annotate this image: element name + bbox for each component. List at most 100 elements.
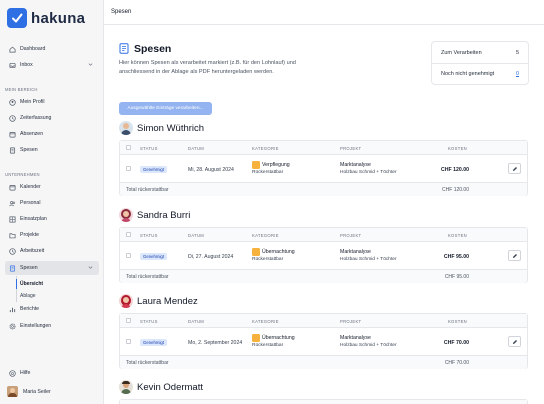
sidebar-item-projects[interactable]: Projekte bbox=[5, 228, 99, 242]
expense-table bbox=[119, 399, 528, 404]
sidebar-item-personnel[interactable]: Personal bbox=[5, 196, 99, 210]
home-icon bbox=[8, 45, 16, 53]
select-all-checkbox[interactable] bbox=[126, 145, 131, 150]
calendar-icon bbox=[8, 183, 16, 191]
row-checkbox[interactable] bbox=[126, 339, 131, 344]
person-name: Kevin Odermatt bbox=[137, 381, 203, 393]
expense-amount: CHF 70.00 bbox=[443, 340, 469, 346]
total-amount: CHF 70.00 bbox=[444, 360, 469, 366]
category-sub: Rückerstattbar bbox=[252, 257, 284, 262]
category-name: Übernachtung bbox=[262, 335, 295, 341]
column-header-category: KATEGORIE bbox=[252, 146, 279, 151]
calendar-icon bbox=[8, 130, 16, 138]
select-all-checkbox[interactable] bbox=[126, 232, 131, 237]
user-menu[interactable]: Maria Seiler bbox=[7, 386, 51, 397]
sidebar-item-expenses[interactable]: Spesen bbox=[5, 261, 99, 275]
category-sub: Rückerstattbar bbox=[252, 170, 284, 175]
app-logo[interactable]: hakuna bbox=[7, 8, 85, 28]
sidebar-item-settings[interactable]: Einstellungen bbox=[5, 319, 99, 333]
row-checkbox[interactable] bbox=[126, 166, 131, 171]
column-header-project: PROJEKT bbox=[340, 146, 362, 151]
table-footer: Total rückerstattbar CHF 95.00 bbox=[120, 270, 527, 283]
sidebar-item-calendar[interactable]: Kalender bbox=[5, 180, 99, 194]
person-name: Laura Mendez bbox=[137, 295, 198, 307]
sidebar-item-time-tracking[interactable]: Zeiterfassung bbox=[5, 111, 99, 125]
edit-button[interactable] bbox=[508, 250, 521, 261]
table-header: STATUS DATUM KATEGORIE PROJEKT KOSTEN bbox=[120, 228, 527, 242]
category-name: Übernachtung bbox=[262, 249, 295, 255]
category-name: Verpflegung bbox=[262, 162, 290, 168]
stat-value: 5 bbox=[515, 50, 519, 56]
status-badge: Genehmigt bbox=[140, 253, 168, 260]
clock-icon bbox=[8, 247, 16, 255]
sidebar-item-label: Kalender bbox=[20, 184, 41, 190]
expense-date: Mo, 2. September 2024 bbox=[188, 340, 243, 346]
total-amount: CHF 120.00 bbox=[442, 187, 469, 193]
table-header: STATUS DATUM KATEGORIE PROJEKT KOSTEN bbox=[120, 141, 527, 155]
avatar bbox=[119, 380, 133, 394]
column-header-date: DATUM bbox=[188, 319, 205, 324]
sidebar-subitem-overview[interactable]: Übersicht bbox=[20, 281, 43, 287]
total-amount: CHF 95.00 bbox=[444, 274, 469, 280]
sidebar-item-label: Mein Profil bbox=[20, 99, 45, 105]
avatar bbox=[7, 386, 18, 397]
user-name: Maria Seiler bbox=[23, 388, 51, 395]
sidebar-item-inbox[interactable]: Inbox bbox=[5, 58, 99, 72]
table-row[interactable]: Genehmigt Mi, 28. August 2024 Verpflegun… bbox=[120, 155, 527, 183]
edit-button[interactable] bbox=[508, 336, 521, 347]
sidebar-item-label: Einstellungen bbox=[20, 323, 52, 329]
sidebar-item-reports[interactable]: Berichte bbox=[5, 302, 99, 316]
folder-icon bbox=[8, 231, 16, 239]
project-client: Holzbau Schmid + Töchter bbox=[340, 257, 397, 262]
sidebar-item-help[interactable]: Hilfe bbox=[5, 366, 99, 380]
project-name: Marktanalyse bbox=[340, 249, 371, 255]
app-name: hakuna bbox=[31, 9, 86, 27]
topbar: Spesen bbox=[104, 0, 544, 25]
status-badge: Genehmigt bbox=[140, 166, 168, 173]
sidebar-item-profile[interactable]: Mein Profil bbox=[5, 95, 99, 109]
page-description: Hier können Spesen als verarbeitet marki… bbox=[119, 60, 296, 75]
sidebar-item-absences[interactable]: Absenzen bbox=[5, 127, 99, 141]
expense-amount: CHF 95.00 bbox=[443, 254, 469, 260]
select-all-checkbox[interactable] bbox=[126, 318, 131, 323]
receipt-icon bbox=[8, 264, 16, 272]
table-footer: Total rückerstattbar CHF 70.00 bbox=[120, 356, 527, 369]
sidebar-item-label: Hilfe bbox=[20, 370, 31, 376]
column-header-status: STATUS bbox=[140, 146, 158, 151]
column-header-project: PROJEKT bbox=[340, 233, 362, 238]
stat-not-approved: Noch nicht genehmigt 0 bbox=[441, 71, 519, 77]
sidebar-item-label: Inbox bbox=[20, 62, 33, 68]
column-header-cost: KOSTEN bbox=[447, 319, 467, 324]
sidebar: hakuna Dashboard Inbox MEIN BEREICH Mein… bbox=[0, 0, 104, 404]
person-name: Simon Wüthrich bbox=[137, 122, 205, 134]
sidebar-item-dashboard[interactable]: Dashboard bbox=[5, 42, 99, 56]
expense-amount: CHF 120.00 bbox=[441, 167, 469, 173]
sidebar-item-my-expenses[interactable]: Spesen bbox=[5, 143, 99, 157]
total-label: Total rückerstattbar bbox=[126, 274, 169, 280]
submenu-active-indicator bbox=[16, 279, 17, 289]
help-icon bbox=[8, 369, 16, 377]
section-label-company: UNTERNEHMEN bbox=[5, 172, 40, 177]
person-header: Simon Wüthrich bbox=[119, 121, 204, 135]
divider bbox=[432, 63, 528, 64]
section-label-mine: MEIN BEREICH bbox=[5, 87, 38, 92]
grid-icon bbox=[8, 215, 16, 223]
column-header-project: PROJEKT bbox=[340, 319, 362, 324]
sidebar-item-schedule[interactable]: Einsatzplan bbox=[5, 212, 99, 226]
chevron-down-icon bbox=[88, 265, 93, 272]
sidebar-item-working-time[interactable]: Arbeitszeit bbox=[5, 244, 99, 258]
column-header-category: KATEGORIE bbox=[252, 233, 279, 238]
stat-value-link[interactable]: 0 bbox=[516, 71, 519, 77]
meal-icon bbox=[252, 161, 260, 169]
process-selected-button[interactable]: Ausgewählte Einträge verarbeiten... bbox=[119, 102, 212, 115]
person-header: Laura Mendez bbox=[119, 294, 198, 308]
sidebar-subitem-archive[interactable]: Ablage bbox=[20, 293, 36, 299]
row-checkbox[interactable] bbox=[126, 253, 131, 258]
expense-table: STATUS DATUM KATEGORIE PROJEKT KOSTEN Ge… bbox=[119, 313, 528, 369]
table-row[interactable]: Genehmigt Mo, 2. September 2024 Übernach… bbox=[120, 328, 527, 356]
expense-table: STATUS DATUM KATEGORIE PROJEKT KOSTEN Ge… bbox=[119, 227, 528, 283]
edit-button[interactable] bbox=[508, 163, 521, 174]
table-row[interactable]: Genehmigt Di, 27. August 2024 Übernachtu… bbox=[120, 242, 527, 270]
sidebar-item-label: Projekte bbox=[20, 232, 40, 238]
table-footer: Total rückerstattbar CHF 120.00 bbox=[120, 183, 527, 196]
